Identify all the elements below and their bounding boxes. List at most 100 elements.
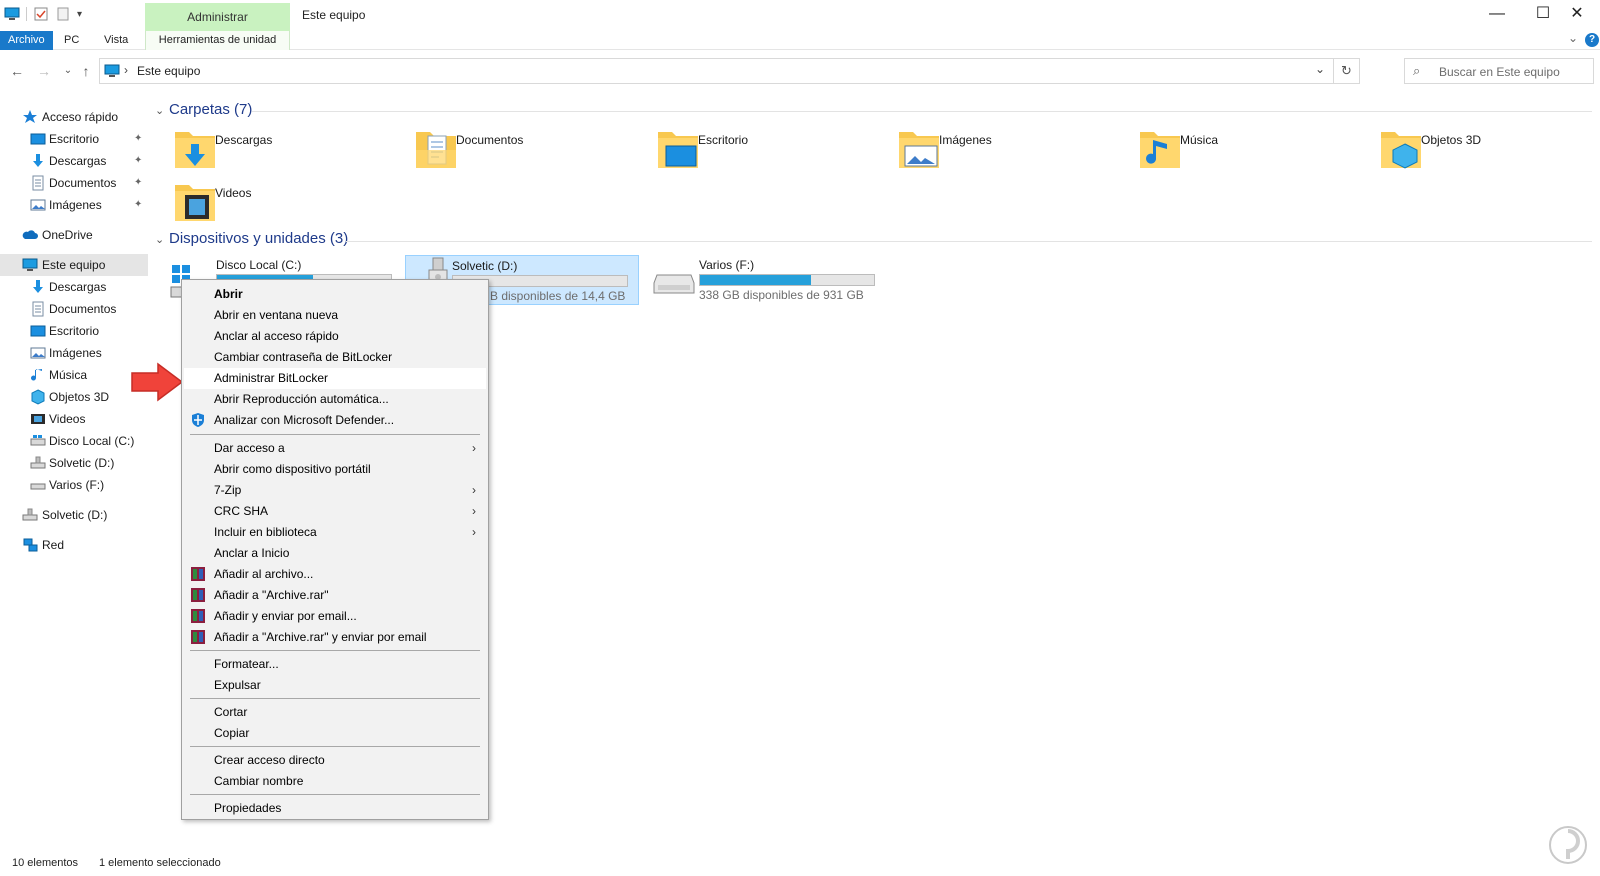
sidebar-item-acceso-rapido[interactable]: Acceso rápido <box>0 106 148 128</box>
sidebar-item-escritorio[interactable]: Escritorio ✦ <box>0 128 148 150</box>
folder-tile-descargas[interactable]: Descargas <box>173 128 403 176</box>
folder-tile-documentos[interactable]: Documentos <box>414 128 644 176</box>
sidebar-item-escritorio-pc[interactable]: Escritorio <box>0 320 148 342</box>
desktop-folder-icon <box>658 132 698 168</box>
sidebar-item-objetos-3d[interactable]: Objetos 3D <box>0 386 148 408</box>
pin-icon[interactable]: ✦ <box>134 150 142 172</box>
drive-usage-bar <box>699 274 875 286</box>
menu-item-abrir-ventana-nueva[interactable]: Abrir en ventana nueva <box>184 305 486 326</box>
folder-tile-imagenes[interactable]: Imágenes <box>897 128 1127 176</box>
chevron-down-icon[interactable]: ⌄ <box>155 104 169 117</box>
menu-item-incluir-biblioteca[interactable]: Incluir en biblioteca › <box>184 522 486 543</box>
back-button[interactable]: ← <box>8 62 26 80</box>
sidebar-item-videos[interactable]: Videos <box>0 408 148 430</box>
sidebar-item-label: Acceso rápido <box>42 110 119 124</box>
devices-group-header[interactable]: ⌄ Dispositivos y unidades (3) <box>155 230 348 247</box>
menu-item-label: Abrir como dispositivo portátil <box>214 462 371 476</box>
sidebar-item-documentos-pc[interactable]: Documentos <box>0 298 148 320</box>
close-button[interactable]: ✕ <box>1554 0 1600 30</box>
sidebar-item-onedrive[interactable]: OneDrive <box>0 224 148 246</box>
properties-icon[interactable] <box>33 6 49 22</box>
folder-tile-musica[interactable]: Música <box>1138 128 1368 176</box>
menu-item-label: Añadir a "Archive.rar" <box>214 588 329 602</box>
solvetic-logo-icon <box>1549 826 1587 864</box>
sidebar-item-este-equipo[interactable]: Este equipo <box>0 254 148 276</box>
menu-item-administrar-bitlocker[interactable]: Administrar BitLocker <box>184 368 486 389</box>
sidebar-item-solvetic-d[interactable]: Solvetic (D:) <box>0 452 148 474</box>
menu-item-reproduccion-automatica[interactable]: Abrir Reproducción automática... <box>184 389 486 410</box>
menu-item-expulsar[interactable]: Expulsar <box>184 675 486 696</box>
forward-button[interactable]: → <box>35 62 53 80</box>
sidebar-item-red[interactable]: Red <box>0 534 148 556</box>
status-bar: 10 elementos 1 elemento seleccionado <box>0 852 1600 876</box>
sidebar-item-solvetic-d-root[interactable]: Solvetic (D:) <box>0 504 148 526</box>
pin-icon[interactable]: ✦ <box>134 128 142 150</box>
breadcrumb-este-equipo[interactable]: Este equipo <box>137 64 200 78</box>
pc-icon[interactable] <box>4 6 20 22</box>
address-bar[interactable]: › Este equipo ⌄ ↻ <box>99 58 1360 84</box>
menu-item-abrir[interactable]: Abrir <box>184 284 486 305</box>
help-icon[interactable]: ? <box>1585 33 1599 47</box>
menu-item-label: Anclar a Inicio <box>214 546 290 560</box>
folder-tile-objetos-3d[interactable]: Objetos 3D <box>1379 128 1600 176</box>
videos-folder-icon <box>175 185 215 221</box>
menu-item-formatear[interactable]: Formatear... <box>184 654 486 675</box>
sidebar-item-documentos[interactable]: Documentos ✦ <box>0 172 148 194</box>
menu-item-copiar[interactable]: Copiar <box>184 723 486 744</box>
pin-icon[interactable]: ✦ <box>134 172 142 194</box>
tab-archivo[interactable]: Archivo <box>0 31 53 50</box>
search-box[interactable]: ⌕ Buscar en Este equipo <box>1404 58 1594 84</box>
sidebar-item-varios-f[interactable]: Varios (F:) <box>0 474 148 496</box>
breadcrumb-separator[interactable]: › <box>124 63 128 77</box>
group-divider <box>252 111 1592 112</box>
menu-item-cambiar-nombre[interactable]: Cambiar nombre <box>184 771 486 792</box>
menu-item-crc-sha[interactable]: CRC SHA › <box>184 501 486 522</box>
tab-pc[interactable]: PC <box>56 31 87 50</box>
tab-herramientas-de-unidad[interactable]: Herramientas de unidad <box>145 31 290 50</box>
menu-item-7zip[interactable]: 7-Zip › <box>184 480 486 501</box>
menu-item-anadir-archive-rar[interactable]: Añadir a "Archive.rar" <box>184 585 486 606</box>
folder-tile-escritorio[interactable]: Escritorio <box>656 128 886 176</box>
menu-item-propiedades[interactable]: Propiedades <box>184 798 486 819</box>
sidebar-item-musica[interactable]: Música <box>0 364 148 386</box>
drive-name: Solvetic (D:) <box>452 259 518 273</box>
refresh-button[interactable]: ↻ <box>1333 59 1359 83</box>
chevron-down-icon[interactable]: ⌄ <box>155 233 169 246</box>
address-dropdown-icon[interactable]: ⌄ <box>1315 62 1325 76</box>
sidebar-item-descargas-pc[interactable]: Descargas <box>0 276 148 298</box>
menu-item-dispositivo-portatil[interactable]: Abrir como dispositivo portátil <box>184 459 486 480</box>
menu-item-cortar[interactable]: Cortar <box>184 702 486 723</box>
expand-ribbon-icon[interactable]: ⌄ <box>1568 31 1578 45</box>
search-input[interactable]: Buscar en Este equipo <box>1439 65 1560 79</box>
sidebar-item-imagenes[interactable]: Imágenes ✦ <box>0 194 148 216</box>
menu-item-anadir-enviar-email[interactable]: Añadir y enviar por email... <box>184 606 486 627</box>
tab-vista[interactable]: Vista <box>96 31 136 50</box>
drive-tile-varios-f[interactable]: Varios (F:) 338 GB disponibles de 931 GB <box>653 255 887 305</box>
music-icon <box>31 369 42 381</box>
folders-group-header[interactable]: ⌄ Carpetas (7) <box>155 101 252 118</box>
documents-folder-icon <box>416 132 456 168</box>
up-button[interactable]: ↑ <box>77 62 95 80</box>
menu-item-dar-acceso[interactable]: Dar acceso a › <box>184 438 486 459</box>
menu-item-label: Incluir en biblioteca <box>214 525 317 539</box>
sidebar-item-descargas[interactable]: Descargas ✦ <box>0 150 148 172</box>
menu-item-anadir-rar-enviar-email[interactable]: Añadir a "Archive.rar" y enviar por emai… <box>184 627 486 648</box>
sidebar-item-disco-local-c[interactable]: Disco Local (C:) <box>0 430 148 452</box>
menu-item-crear-acceso-directo[interactable]: Crear acceso directo <box>184 750 486 771</box>
minimize-button[interactable]: — <box>1474 0 1520 30</box>
pin-icon[interactable]: ✦ <box>134 194 142 216</box>
menu-item-analizar-defender[interactable]: Analizar con Microsoft Defender... <box>184 410 486 431</box>
menu-item-anadir-archivo[interactable]: Añadir al archivo... <box>184 564 486 585</box>
pictures-folder-icon <box>899 132 939 168</box>
menu-item-anclar-inicio[interactable]: Anclar a Inicio <box>184 543 486 564</box>
customize-toolbar-icon[interactable]: ▾ <box>77 9 82 20</box>
recent-locations-button[interactable]: ⌄ <box>59 62 77 80</box>
new-folder-icon[interactable] <box>55 6 71 22</box>
menu-item-cambiar-contrasena-bitlocker[interactable]: Cambiar contraseña de BitLocker <box>184 347 486 368</box>
winrar-icon <box>191 609 205 623</box>
menu-item-label: Añadir a "Archive.rar" y enviar por emai… <box>214 630 427 644</box>
menu-item-anclar-acceso-rapido[interactable]: Anclar al acceso rápido <box>184 326 486 347</box>
sidebar-item-imagenes-pc[interactable]: Imágenes <box>0 342 148 364</box>
star-icon <box>23 110 37 123</box>
folder-tile-videos[interactable]: Videos <box>173 181 403 229</box>
